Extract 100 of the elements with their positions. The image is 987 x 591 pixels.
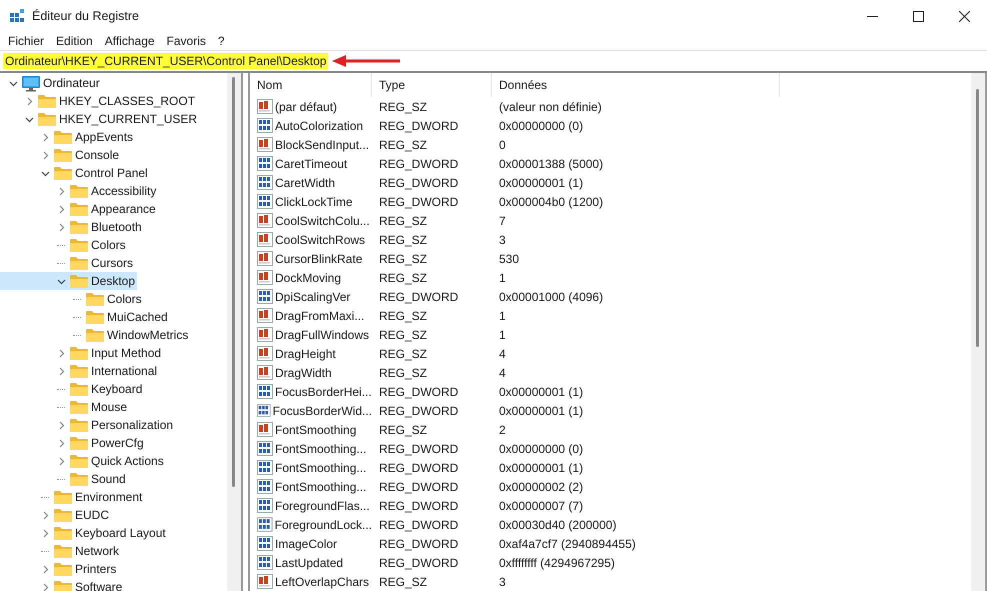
scroll-thumb[interactable] xyxy=(976,89,979,347)
tree-item[interactable]: Sound xyxy=(0,470,128,488)
folder-icon xyxy=(54,580,72,591)
value-name[interactable]: FocusBorderHei... xyxy=(275,384,372,398)
scrollbar[interactable] xyxy=(227,73,241,591)
address-path[interactable]: Ordinateur\HKEY_CURRENT_USER\Control Panel\Desktop xyxy=(3,53,328,69)
value-name[interactable]: AutoColorization xyxy=(275,118,364,132)
value-name[interactable]: BlockSendInput... xyxy=(275,138,370,152)
value-name[interactable]: DragFromMaxi... xyxy=(275,308,364,322)
tree-item[interactable]: Software xyxy=(0,578,124,591)
value-name[interactable]: LeftOverlapChars xyxy=(275,574,370,588)
tree-item[interactable]: AppEvents xyxy=(0,128,136,146)
folder-icon xyxy=(70,418,88,432)
tree-item[interactable]: Desktop xyxy=(0,272,138,290)
table-cell-text: 0x00000002 (2) xyxy=(498,480,584,494)
value-name[interactable]: ClickLockTime xyxy=(275,194,353,208)
binary-value-icon xyxy=(257,460,273,475)
string-value-icon xyxy=(257,346,273,361)
binary-value-icon xyxy=(257,536,273,551)
tree-item[interactable]: Appearance xyxy=(0,200,158,218)
folder-icon xyxy=(54,490,72,504)
menu-item[interactable]: Fichier xyxy=(2,34,50,48)
table-cell-text: 4 xyxy=(498,346,507,360)
folder-icon xyxy=(54,166,72,180)
tree-item[interactable]: Input Method xyxy=(0,344,164,362)
binary-value-icon xyxy=(257,555,273,570)
table-cell-text: 0x000004b0 (1200) xyxy=(498,194,604,208)
string-value-icon xyxy=(257,99,273,114)
column-header[interactable]: Type xyxy=(372,73,492,97)
tree-item[interactable]: Mouse xyxy=(0,398,130,416)
menu-item[interactable]: Favoris xyxy=(160,34,212,48)
value-name[interactable]: FontSmoothing... xyxy=(275,442,366,456)
tree-item[interactable]: HKEY_CURRENT_USER xyxy=(0,110,200,128)
value-name[interactable]: CursorBlinkRate xyxy=(275,252,362,266)
tree-item[interactable]: Colors xyxy=(0,290,144,308)
table-cell-text: REG_DWORD xyxy=(378,480,460,494)
table-cell-text: REG_DWORD xyxy=(378,536,460,550)
value-name[interactable]: FocusBorderWid... xyxy=(272,404,372,418)
tree-item[interactable]: Ordinateur xyxy=(0,74,102,92)
tree-item[interactable]: Environment xyxy=(0,488,144,506)
value-name[interactable]: FontSmoothing xyxy=(275,422,356,436)
tree-item[interactable]: Printers xyxy=(0,560,118,578)
table-cell-text: REG_SZ xyxy=(378,214,428,228)
table-cell-text: 0 xyxy=(498,138,507,152)
tree-item[interactable]: Keyboard Layout xyxy=(0,524,168,542)
tree-item[interactable]: Network xyxy=(0,542,122,560)
value-name[interactable]: DragHeight xyxy=(275,346,336,360)
folder-icon xyxy=(70,256,88,270)
folder-icon xyxy=(70,238,88,252)
menu-item[interactable]: Affichage xyxy=(98,34,161,48)
table-cell-text: 1 xyxy=(498,308,507,322)
table-cell-text: 0x00000001 (1) xyxy=(498,384,584,398)
folder-icon xyxy=(70,274,88,288)
tree-item[interactable]: MuiCached xyxy=(0,308,170,326)
tree-item[interactable]: Cursors xyxy=(0,254,136,272)
tree-item[interactable]: PowerCfg xyxy=(0,434,146,452)
scrollbar[interactable] xyxy=(971,73,985,591)
string-value-icon xyxy=(257,251,273,266)
folder-icon xyxy=(70,400,88,414)
scroll-thumb[interactable] xyxy=(232,77,235,487)
value-name[interactable]: DragFullWindows xyxy=(275,328,370,342)
tree-item[interactable]: Control Panel xyxy=(0,164,150,182)
tree-item[interactable]: WindowMetrics xyxy=(0,326,190,344)
chevron-down-icon xyxy=(8,78,18,88)
value-name[interactable]: FontSmoothing... xyxy=(275,480,366,494)
string-value-icon xyxy=(257,213,273,228)
value-name[interactable]: ImageColor xyxy=(275,536,338,550)
tree-item[interactable]: Accessibility xyxy=(0,182,158,200)
value-name[interactable]: FontSmoothing... xyxy=(275,460,366,474)
table-cell-text: 1 xyxy=(498,328,507,342)
tree-item[interactable]: Console xyxy=(0,146,122,164)
value-name[interactable]: DragWidth xyxy=(275,366,332,380)
table-cell-text: 0x00001000 (4096) xyxy=(498,290,604,304)
folder-icon xyxy=(70,220,88,234)
value-name[interactable]: CoolSwitchColu... xyxy=(275,214,370,228)
menu-item[interactable]: Edition xyxy=(50,34,99,48)
tree-item[interactable]: EUDC xyxy=(0,506,112,524)
tree-item[interactable]: Personalization xyxy=(0,416,176,434)
tree-item[interactable]: Bluetooth xyxy=(0,218,144,236)
tree-item[interactable]: Colors xyxy=(0,236,128,254)
value-name[interactable]: ForegroundLock... xyxy=(274,518,372,532)
table-cell-text: REG_DWORD xyxy=(378,404,460,418)
table-cell-text: 0x00030d40 (200000) xyxy=(498,518,618,532)
close-icon xyxy=(958,10,970,22)
value-name[interactable]: CoolSwitchRows xyxy=(275,232,366,246)
column-header[interactable]: Données xyxy=(492,73,780,97)
value-name[interactable]: (par défaut) xyxy=(275,100,338,114)
tree-item[interactable]: International xyxy=(0,362,160,380)
value-name[interactable]: CaretTimeout xyxy=(275,156,348,170)
menu-item[interactable]: ? xyxy=(212,34,231,48)
table-cell-text: REG_SZ xyxy=(378,422,428,436)
tree-item[interactable]: Keyboard xyxy=(0,380,144,398)
value-name[interactable]: ForegroundFlas... xyxy=(275,498,370,512)
tree-item[interactable]: HKEY_CLASSES_ROOT xyxy=(0,92,198,110)
value-name[interactable]: DockMoving xyxy=(275,270,342,284)
tree-item[interactable]: Quick Actions xyxy=(0,452,166,470)
column-header[interactable]: Nom xyxy=(250,73,372,97)
value-name[interactable]: CaretWidth xyxy=(275,176,336,190)
value-name[interactable]: DpiScalingVer xyxy=(275,290,350,304)
value-name[interactable]: LastUpdated xyxy=(275,556,344,570)
